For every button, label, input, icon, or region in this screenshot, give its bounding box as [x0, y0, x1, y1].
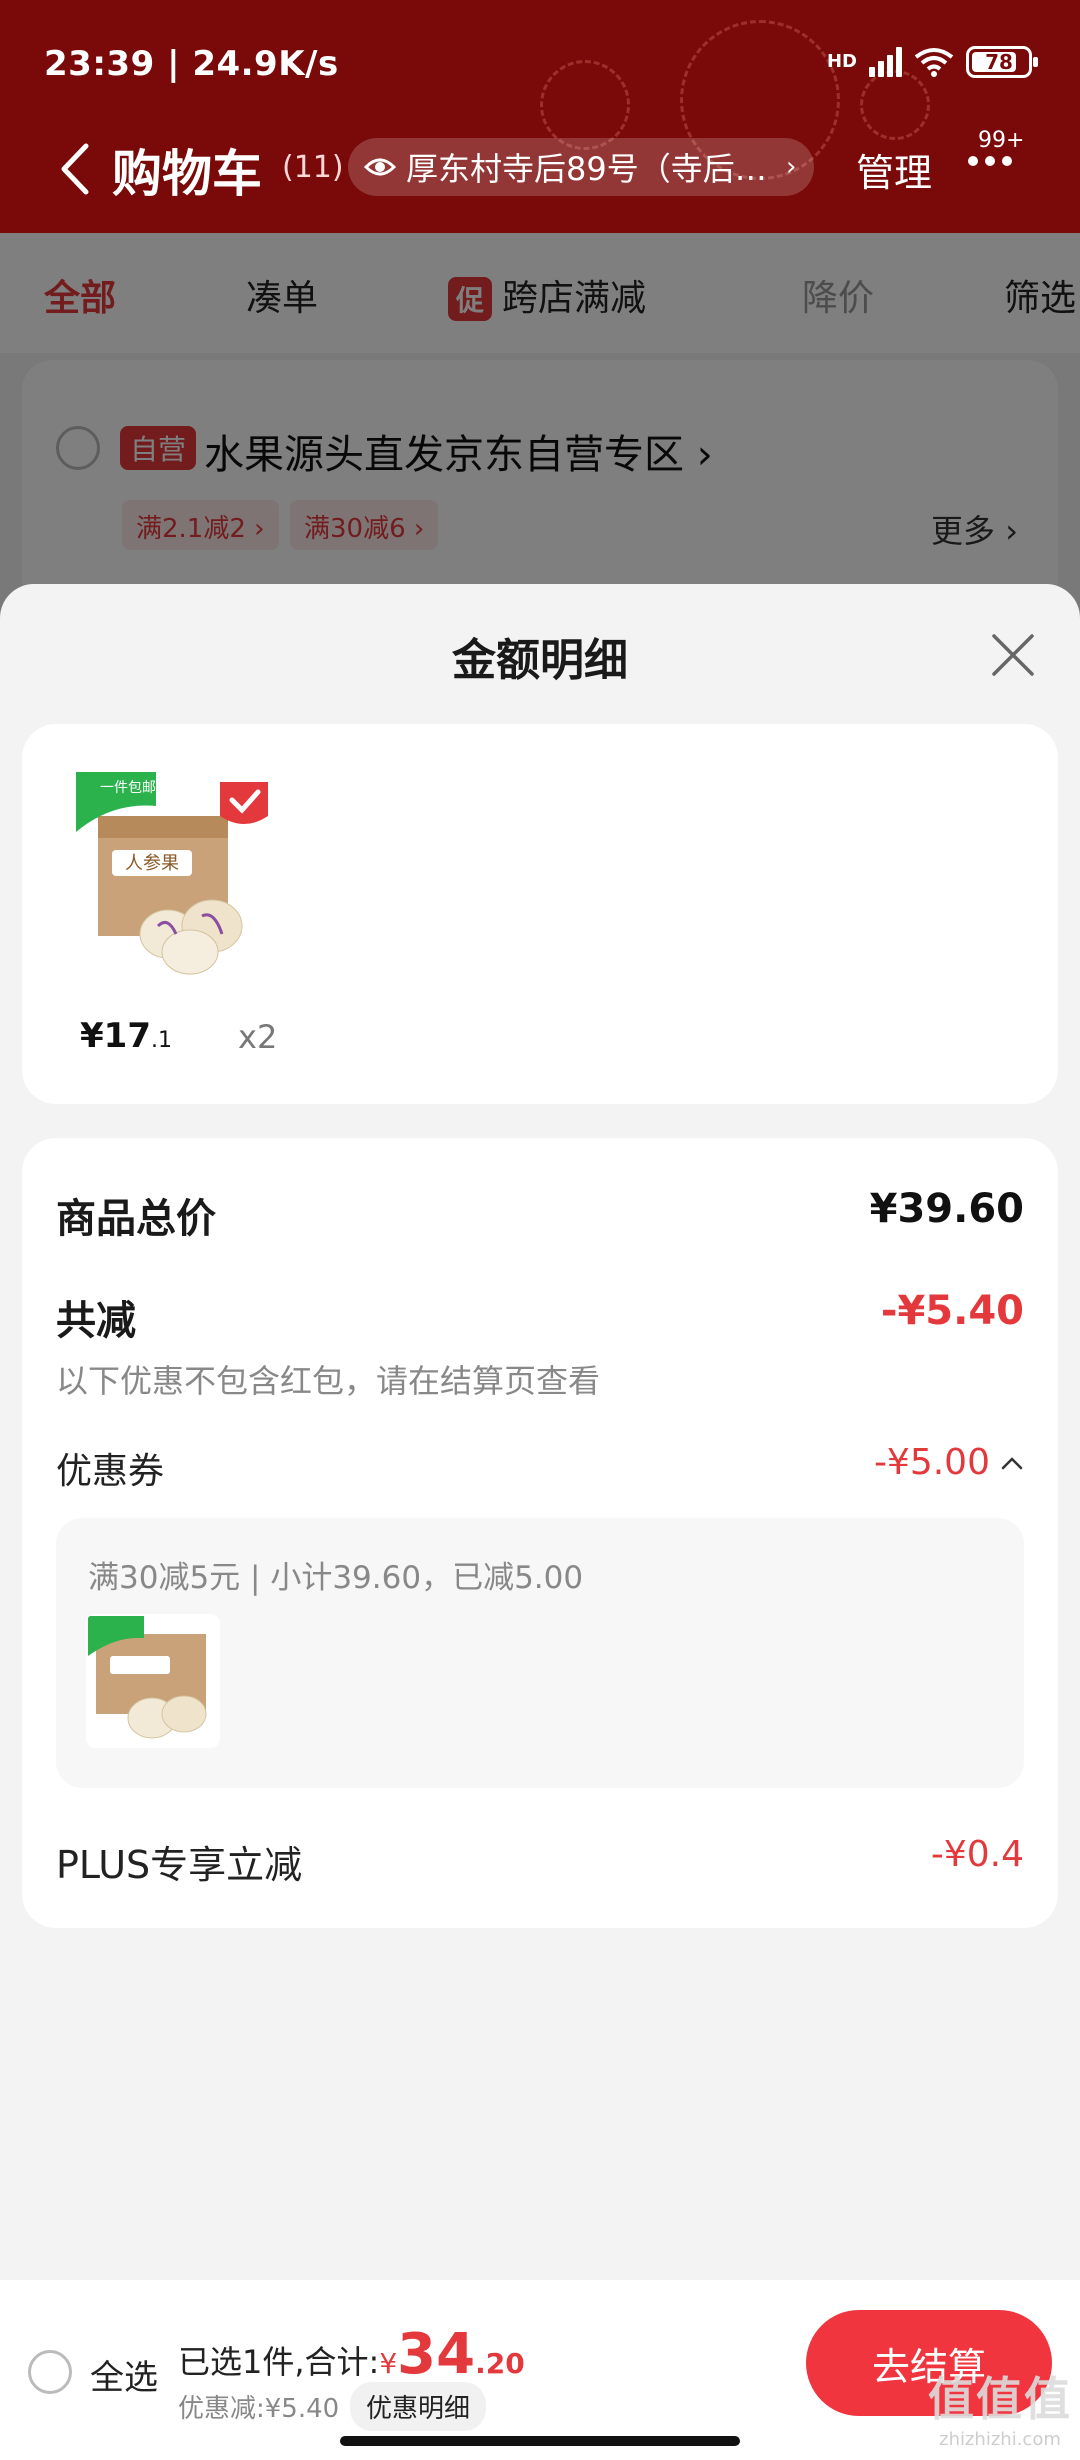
total-reduction-label: 共减 [56, 1298, 136, 1344]
wifi-icon [914, 48, 954, 77]
price-yuan: ¥17 [80, 1016, 151, 1056]
plus-discount-value: -¥0.4 [930, 1834, 1024, 1875]
total-int: 34 [397, 2322, 476, 2387]
chevron-right-icon: › [786, 152, 797, 182]
select-all-radio[interactable] [28, 2350, 72, 2394]
checkout-bar: 全选 已选1件,合计: ¥34.20 优惠减:¥5.40 优惠明细 去结算 值值… [0, 2280, 1080, 2460]
coupon-value: -¥5.00 [873, 1442, 990, 1483]
chevron-up-icon [1001, 1456, 1023, 1469]
discount-note: 以下优惠不包含红包，请在结算页查看 [56, 1362, 601, 1400]
total-reduction-value: -¥5.40 [880, 1288, 1024, 1334]
discount-detail-button[interactable]: 优惠明细 [350, 2382, 487, 2431]
discount-summary: 优惠减:¥5.40 [178, 2394, 340, 2424]
coupon-description: 满30减5元 | 小计39.60，已减5.00 [88, 1560, 584, 1596]
product-quantity: x2 [238, 1018, 278, 1056]
selected-summary: 已选1件,合计: ¥34.20 [178, 2322, 525, 2387]
page-title: 购物车 [112, 145, 262, 203]
plus-discount-label: PLUS专享立减 [56, 1843, 303, 1887]
coupon-label: 优惠券 [56, 1451, 165, 1492]
status-icons: HD 78 [826, 46, 1038, 78]
cart-count: (11) [282, 150, 344, 185]
goods-total-label: 商品总价 [56, 1196, 216, 1242]
coupon-detail-box: 满30减5元 | 小计39.60，已减5.00 [56, 1518, 1024, 1788]
total-dec: .20 [475, 2347, 525, 2380]
address-selector[interactable]: 厚东村寺后89号（寺后… › [348, 138, 814, 196]
message-badge: 99+ [978, 128, 1025, 153]
select-all-label[interactable]: 全选 [90, 2350, 158, 2399]
watermark-logo: 值值值 [928, 2372, 1072, 2426]
product-image[interactable]: 人参果 一件包邮 [72, 766, 282, 976]
coupon-toggle[interactable]: -¥5.00 [874, 1442, 1024, 1483]
total-amount: ¥34.20 [379, 2322, 524, 2387]
price-fraction: .1 [150, 1028, 172, 1053]
more-menu-icon[interactable] [968, 156, 1012, 166]
product-box-label: 人参果 [125, 853, 179, 874]
watermark-site: zhizhizhi.com [939, 2429, 1061, 2450]
address-text: 厚东村寺后89号（寺后… [406, 150, 767, 188]
signal-icon [869, 47, 902, 77]
selected-prefix: 已选1件,合计: [178, 2343, 380, 2381]
hd-label: HD [826, 51, 857, 72]
nav-bar: 购物车 (11) 厚东村寺后89号（寺后… › 管理 99+ [0, 128, 1080, 212]
product-card: 人参果 一件包邮 ¥17.1 x2 [22, 724, 1058, 1104]
manage-button[interactable]: 管理 [856, 142, 932, 197]
home-indicator [340, 2436, 740, 2446]
battery-icon: 78 [966, 46, 1038, 78]
total-yen: ¥ [379, 2347, 398, 2380]
site-watermark: 值值值 zhizhizhi.com [928, 2363, 1072, 2450]
goods-total-value: ¥39.60 [869, 1186, 1024, 1232]
free-ship-tag: 一件包邮 [100, 780, 156, 796]
location-eye-icon [364, 158, 396, 176]
status-time: 23:39 | 24.9K/s [44, 44, 339, 84]
coupon-product-thumbnail [86, 1614, 220, 1748]
price-detail-card: 商品总价 ¥39.60 共减 -¥5.40 以下优惠不包含红包，请在结算页查看 … [22, 1138, 1058, 1928]
product-price: ¥17.1 [80, 1016, 172, 1056]
amount-detail-sheet: 金额明细 人参果 一件包邮 ¥17.1 x2 商品总价 ¥39.60 共减 -¥… [0, 584, 1080, 2460]
battery-level: 78 [985, 50, 1013, 74]
header-bar: 23:39 | 24.9K/s HD 78 购物车 (11) 厚东村寺后89号（ [0, 0, 1080, 233]
close-icon[interactable] [988, 630, 1038, 680]
back-arrow-icon[interactable] [56, 140, 94, 198]
sheet-title: 金额明细 [452, 635, 628, 686]
